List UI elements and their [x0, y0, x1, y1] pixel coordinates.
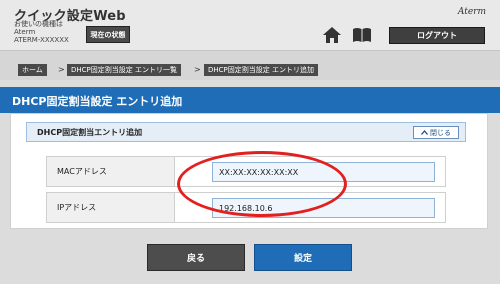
book-icon[interactable]: [352, 27, 372, 43]
ip-address-input[interactable]: [212, 198, 435, 218]
form-row-mac: MACアドレス: [46, 156, 446, 187]
device-id: ATERM-XXXXXX: [14, 36, 69, 44]
device-name: Aterm: [14, 28, 36, 36]
brand-logo: Aterm: [457, 7, 486, 17]
breadcrumb-separator: >: [58, 65, 65, 74]
current-status-button[interactable]: 現在の状態: [86, 26, 130, 43]
form-row-ip: IPアドレス: [46, 192, 446, 223]
breadcrumb: ホーム > DHCP固定割当設定 エントリ一覧 > DHCP固定割当設定 エント…: [0, 50, 500, 80]
section-title: DHCP固定割当エントリ追加: [37, 128, 143, 137]
breadcrumb-separator: >: [194, 65, 201, 74]
home-icon[interactable]: [322, 26, 342, 44]
breadcrumb-entry-add: DHCP固定割当設定 エントリ追加: [204, 64, 318, 76]
page-title-bar: DHCP固定割当設定 エントリ追加: [0, 87, 500, 113]
header: クイック設定Web お使いの機種は Aterm ATERM-XXXXXX 現在の…: [0, 0, 500, 50]
page-title: DHCP固定割当設定 エントリ追加: [12, 95, 183, 108]
collapse-label: 閉じる: [430, 128, 451, 137]
mac-address-input[interactable]: [212, 162, 435, 182]
collapse-button[interactable]: 閉じる: [413, 126, 459, 139]
back-button[interactable]: 戻る: [147, 244, 245, 271]
chevron-up-icon: [421, 130, 428, 135]
breadcrumb-entry-list[interactable]: DHCP固定割当設定 エントリ一覧: [67, 64, 181, 76]
ip-address-label: IPアドレス: [47, 193, 175, 222]
logout-button[interactable]: ログアウト: [389, 27, 485, 44]
breadcrumb-home[interactable]: ホーム: [18, 64, 47, 76]
section-header: DHCP固定割当エントリ追加 閉じる: [26, 122, 466, 142]
device-caption: お使いの機種は: [14, 20, 63, 28]
submit-button[interactable]: 設定: [254, 244, 352, 271]
mac-address-label: MACアドレス: [47, 157, 175, 186]
